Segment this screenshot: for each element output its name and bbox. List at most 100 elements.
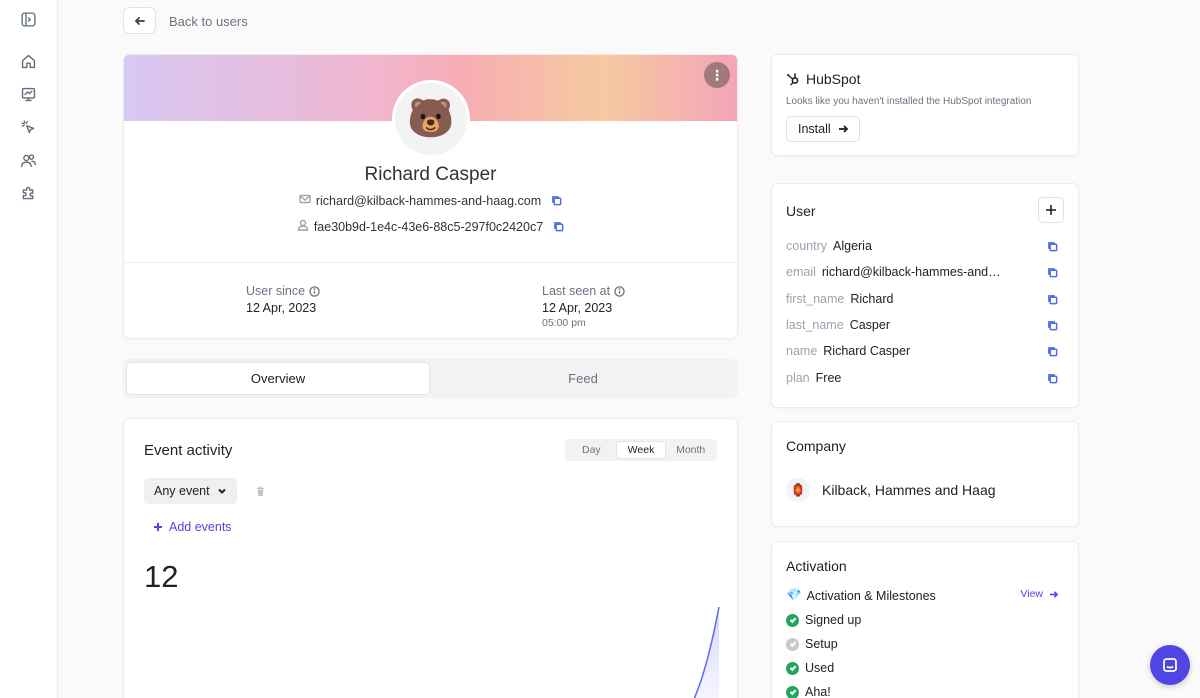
cursor-click-icon[interactable] [17, 116, 39, 138]
milestone-item: Aha! [786, 685, 831, 698]
profile-card: ⋮ 🐻 Richard Casper richard@kilback-hamme… [123, 54, 738, 339]
sidebar-toggle-icon[interactable] [17, 8, 39, 30]
company-card: Company 🏮 Kilback, Hammes and Haag [771, 421, 1079, 527]
gem-icon: 💎 [786, 588, 802, 602]
attribute-key: country [786, 239, 827, 253]
last-seen-date: 12 Apr, 2023 [542, 301, 613, 315]
user-attributes-card: User country Algeria email richard@kilba… [771, 183, 1079, 408]
profile-tabs: Overview Feed [123, 359, 738, 398]
attribute-key: plan [786, 371, 810, 385]
add-attribute-button[interactable] [1038, 197, 1064, 223]
event-count: 12 [144, 559, 179, 594]
presentation-icon[interactable] [17, 83, 39, 105]
email-line: richard@kilback-hammes-and-haag.com [124, 193, 737, 208]
attribute-value: Casper [849, 318, 890, 332]
copy-icon[interactable] [1047, 294, 1058, 305]
hubspot-title: HubSpot [806, 71, 861, 87]
check-circle-icon [786, 637, 799, 651]
sidebar [0, 0, 58, 698]
activation-card: Activation 💎 Activation & Milestones Vie… [771, 541, 1079, 698]
puzzle-icon[interactable] [17, 182, 39, 204]
milestone-label: Aha! [805, 685, 831, 698]
company-name: Kilback, Hammes and Haag [822, 482, 996, 498]
hubspot-card: HubSpot Looks like you haven't installed… [771, 54, 1079, 156]
info-icon[interactable] [309, 285, 320, 297]
copy-icon[interactable] [1047, 241, 1058, 252]
back-button[interactable] [123, 7, 156, 34]
attribute-row: country Algeria [786, 236, 1066, 256]
view-milestones-link[interactable]: View [1020, 588, 1058, 600]
more-options-button[interactable]: ⋮ [704, 62, 730, 88]
user-since-label: User since [246, 284, 306, 298]
chart-area [694, 607, 719, 698]
milestone-label: Signed up [805, 613, 862, 627]
company-link[interactable]: 🏮 Kilback, Hammes and Haag [786, 478, 996, 502]
user-card-title: User [786, 203, 816, 219]
attribute-key: name [786, 344, 818, 358]
chat-launcher-button[interactable] [1150, 645, 1190, 685]
chat-icon [1163, 658, 1177, 672]
event-activity-title: Event activity [144, 442, 233, 459]
attribute-key: last_name [786, 318, 844, 332]
arrow-left-icon [134, 16, 145, 25]
copy-icon[interactable] [1047, 320, 1058, 331]
company-logo-icon: 🏮 [786, 478, 810, 502]
back-link[interactable]: Back to users [169, 14, 248, 29]
copy-icon[interactable] [1047, 346, 1058, 357]
user-name: Richard Casper [364, 164, 497, 185]
attribute-key: email [786, 265, 816, 279]
copy-icon[interactable] [1047, 373, 1058, 384]
tab-feed[interactable]: Feed [431, 362, 735, 395]
users-icon[interactable] [17, 149, 39, 171]
user-id: fae30b9d-1e4c-43e6-88c5-297f0c2420c7 [313, 219, 544, 234]
event-activity-chart [693, 606, 720, 698]
avatar: 🐻 [392, 80, 470, 158]
tab-overview[interactable]: Overview [126, 362, 430, 395]
install-button[interactable]: Install [786, 116, 860, 142]
milestone-item: Setup [786, 637, 838, 651]
milestone-item: Used [786, 661, 834, 675]
info-icon[interactable] [614, 285, 625, 297]
install-label: Install [798, 122, 831, 136]
home-icon[interactable] [17, 50, 39, 72]
last-seen-time: 05:00 pm [542, 317, 586, 329]
user-since-value: 12 Apr, 2023 [246, 301, 317, 315]
attribute-value: Richard Casper [823, 344, 911, 358]
event-activity-card: Event activity Day Week Month Any event … [123, 418, 738, 698]
attribute-value: Algeria [833, 239, 872, 253]
mail-icon [299, 193, 311, 208]
event-filter-dropdown[interactable]: Any event [144, 478, 237, 504]
trash-icon[interactable] [255, 484, 266, 502]
add-events-button[interactable]: Add events [153, 520, 232, 534]
period-selector: Day Week Month [565, 439, 717, 461]
copy-user-id-icon[interactable] [553, 221, 564, 232]
attribute-row: first_name Richard [786, 289, 1066, 309]
attribute-key: first_name [786, 292, 845, 306]
milestones-heading-label: Activation & Milestones [806, 588, 936, 603]
last-seen: Last seen at 12 Apr, 2023 05:00 pm [542, 284, 625, 329]
attribute-row: plan Free [786, 368, 1066, 388]
period-month[interactable]: Month [666, 441, 715, 459]
event-filter-label: Any event [154, 484, 210, 498]
user-since: User since 12 Apr, 2023 [246, 284, 320, 315]
milestones-heading: 💎 Activation & Milestones [786, 588, 936, 603]
attribute-value: Richard [850, 292, 894, 306]
check-circle-icon [786, 661, 799, 675]
copy-email-icon[interactable] [551, 195, 562, 206]
arrow-right-icon [838, 125, 848, 133]
period-week[interactable]: Week [615, 441, 667, 459]
milestone-label: Used [805, 661, 835, 675]
plus-icon [154, 523, 162, 531]
attribute-row: name Richard Casper [786, 341, 1066, 361]
copy-icon[interactable] [1047, 267, 1058, 278]
period-day[interactable]: Day [567, 441, 616, 459]
hubspot-description: Looks like you haven't installed the Hub… [786, 96, 1032, 107]
attribute-row: email richard@kilback-hammes-and-haag.co… [786, 262, 1066, 282]
view-label: View [1020, 588, 1043, 600]
attribute-row: last_name Casper [786, 315, 1066, 335]
user-icon [297, 219, 309, 234]
plus-icon [1046, 205, 1056, 215]
last-seen-label: Last seen at [542, 284, 611, 298]
user-email: richard@kilback-hammes-and-haag.com [315, 193, 542, 208]
hubspot-logo-icon [787, 73, 799, 86]
